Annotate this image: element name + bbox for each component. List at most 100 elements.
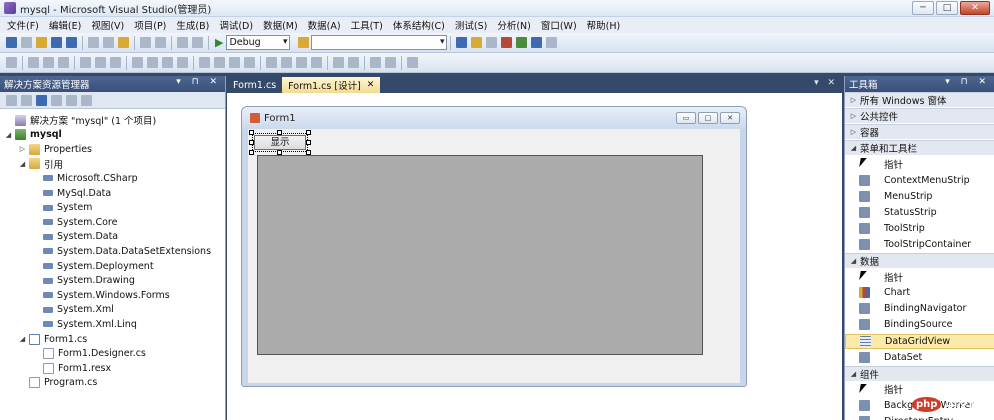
undo-icon[interactable] [140, 37, 151, 48]
refresh-icon[interactable] [36, 94, 47, 106]
tree-item[interactable]: System.Data [32, 230, 118, 244]
tree-item[interactable]: System [32, 201, 92, 215]
expand-toggle-icon[interactable]: ▷ [849, 112, 858, 120]
expand-toggle-icon[interactable]: ◢ [849, 144, 858, 152]
tree-item[interactable]: Form1.resx [32, 361, 111, 375]
panel-pin-controls[interactable]: ▾ ⊓ ✕ [176, 77, 221, 87]
tree-item[interactable]: ◢ 引用 [18, 157, 63, 171]
tree-item[interactable]: System.Deployment [32, 259, 154, 273]
save-icon[interactable] [51, 37, 62, 48]
expand-toggle-icon[interactable]: ▷ [18, 145, 27, 153]
tab-close-icon[interactable]: ✕ [367, 80, 375, 90]
menu-item[interactable]: 生成(B) [171, 18, 214, 32]
remove-horizontal-spacing-icon[interactable] [244, 57, 255, 68]
redo-icon[interactable] [155, 37, 166, 48]
extension-manager-icon[interactable] [531, 37, 543, 48]
tree-item[interactable]: System.Xml [32, 303, 114, 317]
tree-item[interactable]: System.Data.DataSetExtensions [32, 244, 211, 258]
resize-handle[interactable] [306, 130, 311, 135]
menu-item[interactable]: 体系结构(C) [388, 18, 450, 32]
make-same-width-icon[interactable] [132, 57, 143, 68]
toolbox-item[interactable]: 指针 [845, 156, 994, 171]
properties-window-icon[interactable] [471, 37, 483, 48]
form-client-area[interactable]: 显示 [248, 129, 740, 383]
menu-item[interactable]: 项目(P) [129, 18, 171, 32]
resize-handle[interactable] [277, 130, 282, 135]
toolbox-item[interactable]: ToolStripContainer [845, 237, 994, 252]
open-file-icon[interactable] [36, 37, 47, 48]
datagridview-control[interactable] [257, 155, 703, 355]
remove-vertical-spacing-icon[interactable] [311, 57, 322, 68]
menu-item[interactable]: 数据(A) [303, 18, 346, 32]
tree-item[interactable]: Microsoft.CSharp [32, 171, 138, 185]
send-to-back-icon[interactable] [385, 57, 396, 68]
start-debugging-icon[interactable]: ▶ [215, 36, 223, 49]
show-button[interactable]: 显示 [252, 133, 308, 152]
cut-icon[interactable] [88, 37, 99, 48]
tree-item[interactable]: 解决方案 "mysql" (1 个项目) [4, 113, 156, 127]
align-centers-icon[interactable] [43, 57, 54, 68]
tree-item[interactable]: Program.cs [18, 376, 97, 390]
toolbar-options-icon[interactable] [546, 37, 558, 48]
toolbox-item[interactable]: ContextMenuStrip [845, 173, 994, 188]
decrease-vertical-spacing-icon[interactable] [296, 57, 307, 68]
tree-item[interactable]: Form1.Designer.cs [32, 347, 146, 361]
toolbox-category[interactable]: ◢ 菜单和工具栏 [845, 140, 994, 156]
tab-order-icon[interactable] [407, 57, 418, 68]
solution-explorer-icon[interactable] [456, 37, 468, 48]
toolbox-item[interactable]: DataGridView [845, 333, 994, 349]
align-rights-icon[interactable] [58, 57, 69, 68]
new-project-icon[interactable] [6, 37, 17, 48]
tab-form1-designer[interactable]: Form1.cs [设计] ✕ [282, 77, 381, 93]
menu-item[interactable]: 分析(N) [492, 18, 536, 32]
vertical-spacing-icon[interactable] [266, 57, 277, 68]
toolbox-category[interactable]: ▷ 公共控件 [845, 108, 994, 124]
tree-item[interactable]: System.Drawing [32, 274, 135, 288]
menu-item[interactable]: 帮助(H) [582, 18, 626, 32]
object-browser-icon[interactable] [486, 37, 498, 48]
tab-form1-code[interactable]: Form1.cs [227, 77, 282, 93]
start-page-icon[interactable] [516, 37, 528, 48]
view-class-diagram-icon[interactable] [81, 94, 92, 106]
menu-item[interactable]: 编辑(E) [44, 18, 86, 32]
expand-toggle-icon[interactable]: ▷ [849, 128, 858, 136]
toolbox-category[interactable]: ◢ 数据 [845, 253, 994, 268]
menu-item[interactable]: 窗口(W) [536, 18, 582, 32]
tree-item[interactable]: System.Windows.Forms [32, 288, 170, 302]
save-all-icon[interactable] [66, 37, 77, 48]
view-designer-icon[interactable] [66, 94, 77, 106]
decrease-horizontal-spacing-icon[interactable] [229, 57, 240, 68]
toolbox-item[interactable]: Chart [845, 285, 994, 300]
bring-to-front-icon[interactable] [370, 57, 381, 68]
increase-vertical-spacing-icon[interactable] [281, 57, 292, 68]
menu-item[interactable]: 调试(D) [214, 18, 258, 32]
toolbox-item[interactable]: BindingNavigator [845, 301, 994, 316]
navigate-backward-icon[interactable] [177, 37, 188, 48]
resize-handle[interactable] [249, 130, 254, 135]
form1-window[interactable]: Form1 ▭ □ ✕ 显示 [241, 106, 747, 387]
toolbox-item[interactable]: BindingSource [845, 317, 994, 332]
align-bottoms-icon[interactable] [110, 57, 121, 68]
find-in-files-icon[interactable] [298, 37, 310, 48]
align-middles-icon[interactable] [95, 57, 106, 68]
make-same-height-icon[interactable] [147, 57, 158, 68]
expand-toggle-icon[interactable]: ◢ [18, 160, 27, 168]
show-all-files-icon[interactable] [21, 94, 32, 106]
toolbox-item[interactable]: MenuStrip [845, 189, 994, 204]
toolbox-icon[interactable] [501, 37, 513, 48]
resize-handle[interactable] [306, 140, 311, 145]
tree-item[interactable]: ◢ mysql [4, 128, 62, 142]
navigate-forward-icon[interactable] [192, 37, 203, 48]
minimize-button[interactable]: ─ [912, 1, 934, 15]
menu-item[interactable]: 数据(M) [258, 18, 303, 32]
center-horizontally-icon[interactable] [333, 57, 344, 68]
expand-toggle-icon[interactable]: ◢ [18, 335, 27, 343]
paste-icon[interactable] [118, 37, 129, 48]
resize-handle[interactable] [249, 150, 254, 155]
tree-item[interactable]: ◢ Form1.cs [18, 332, 87, 346]
horizontal-spacing-icon[interactable] [199, 57, 210, 68]
find-combo[interactable] [311, 35, 448, 50]
size-to-grid-icon[interactable] [177, 57, 188, 68]
properties-icon[interactable] [6, 94, 17, 106]
tree-item[interactable]: System.Core [32, 215, 117, 229]
